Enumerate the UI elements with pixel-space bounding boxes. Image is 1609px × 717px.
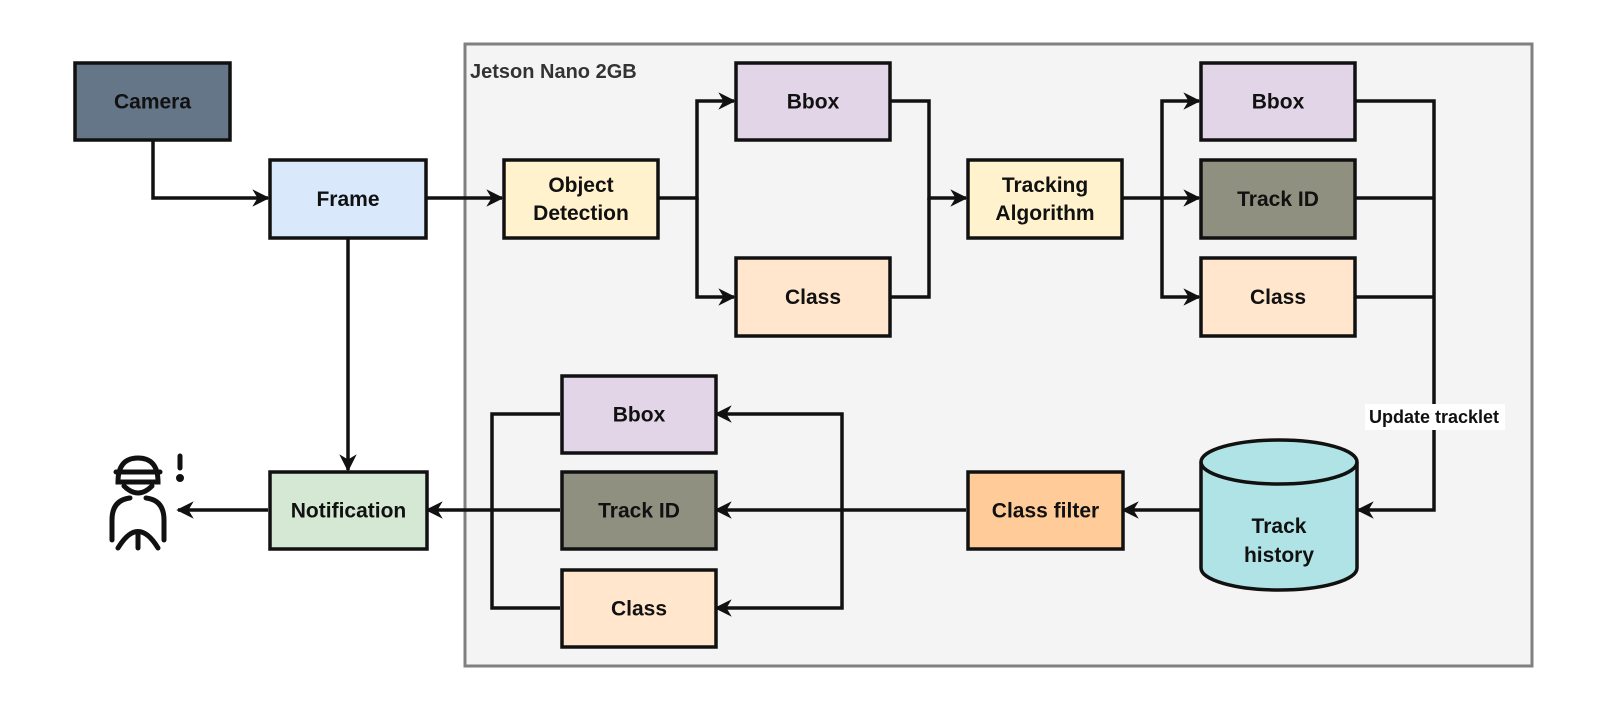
- node-label: Camera: [114, 91, 191, 114]
- node-bbox2: Bbox: [1199, 61, 1357, 142]
- node-object-detection: Object Detection: [502, 158, 660, 240]
- node-class2: Class: [1199, 256, 1357, 338]
- node-label: Object: [548, 174, 613, 197]
- node-camera: Camera: [73, 61, 232, 142]
- node-label: Frame: [316, 188, 379, 211]
- node-bbox3: Bbox: [560, 374, 718, 455]
- node-tracking: Tracking Algorithm: [966, 158, 1124, 240]
- node-label: Track ID: [1237, 188, 1319, 211]
- node-bbox1: Bbox: [734, 61, 892, 142]
- node-label: Class: [611, 598, 667, 621]
- node-label: Detection: [533, 202, 629, 225]
- node-label: Algorithm: [995, 202, 1094, 225]
- node-label: Class: [1250, 286, 1306, 309]
- edge-label-update-tracklet: Update tracklet: [1369, 407, 1499, 427]
- node-label: Class: [785, 286, 841, 309]
- node-track-history: Track history: [1199, 438, 1359, 592]
- node-label: Bbox: [787, 91, 840, 114]
- node-label: history: [1244, 544, 1314, 567]
- node-label: Tracking: [1002, 174, 1088, 197]
- node-trackid3: Track ID: [560, 470, 718, 551]
- node-label: Track: [1252, 515, 1307, 538]
- node-label: Bbox: [1252, 91, 1305, 114]
- edge-camera-frame: [151, 140, 270, 207]
- node-notification: Notification: [268, 470, 429, 551]
- node-label: Track ID: [598, 500, 680, 523]
- node-box: [502, 158, 660, 240]
- node-label: Bbox: [613, 404, 666, 427]
- node-label: Class filter: [992, 500, 1099, 523]
- node-trackid2: Track ID: [1199, 158, 1357, 240]
- node-label: Notification: [291, 500, 407, 523]
- node-class1: Class: [734, 256, 892, 338]
- driver-alert-icon: [109, 453, 184, 551]
- container-label: Jetson Nano 2GB: [470, 61, 637, 83]
- node-class-filter: Class filter: [966, 470, 1125, 551]
- node-class3: Class: [560, 568, 718, 649]
- node-frame: Frame: [268, 158, 428, 240]
- node-box: [966, 158, 1124, 240]
- pipeline-diagram: Jetson Nano 2GB Camera Frame Object Detecti…: [73, 42, 1534, 668]
